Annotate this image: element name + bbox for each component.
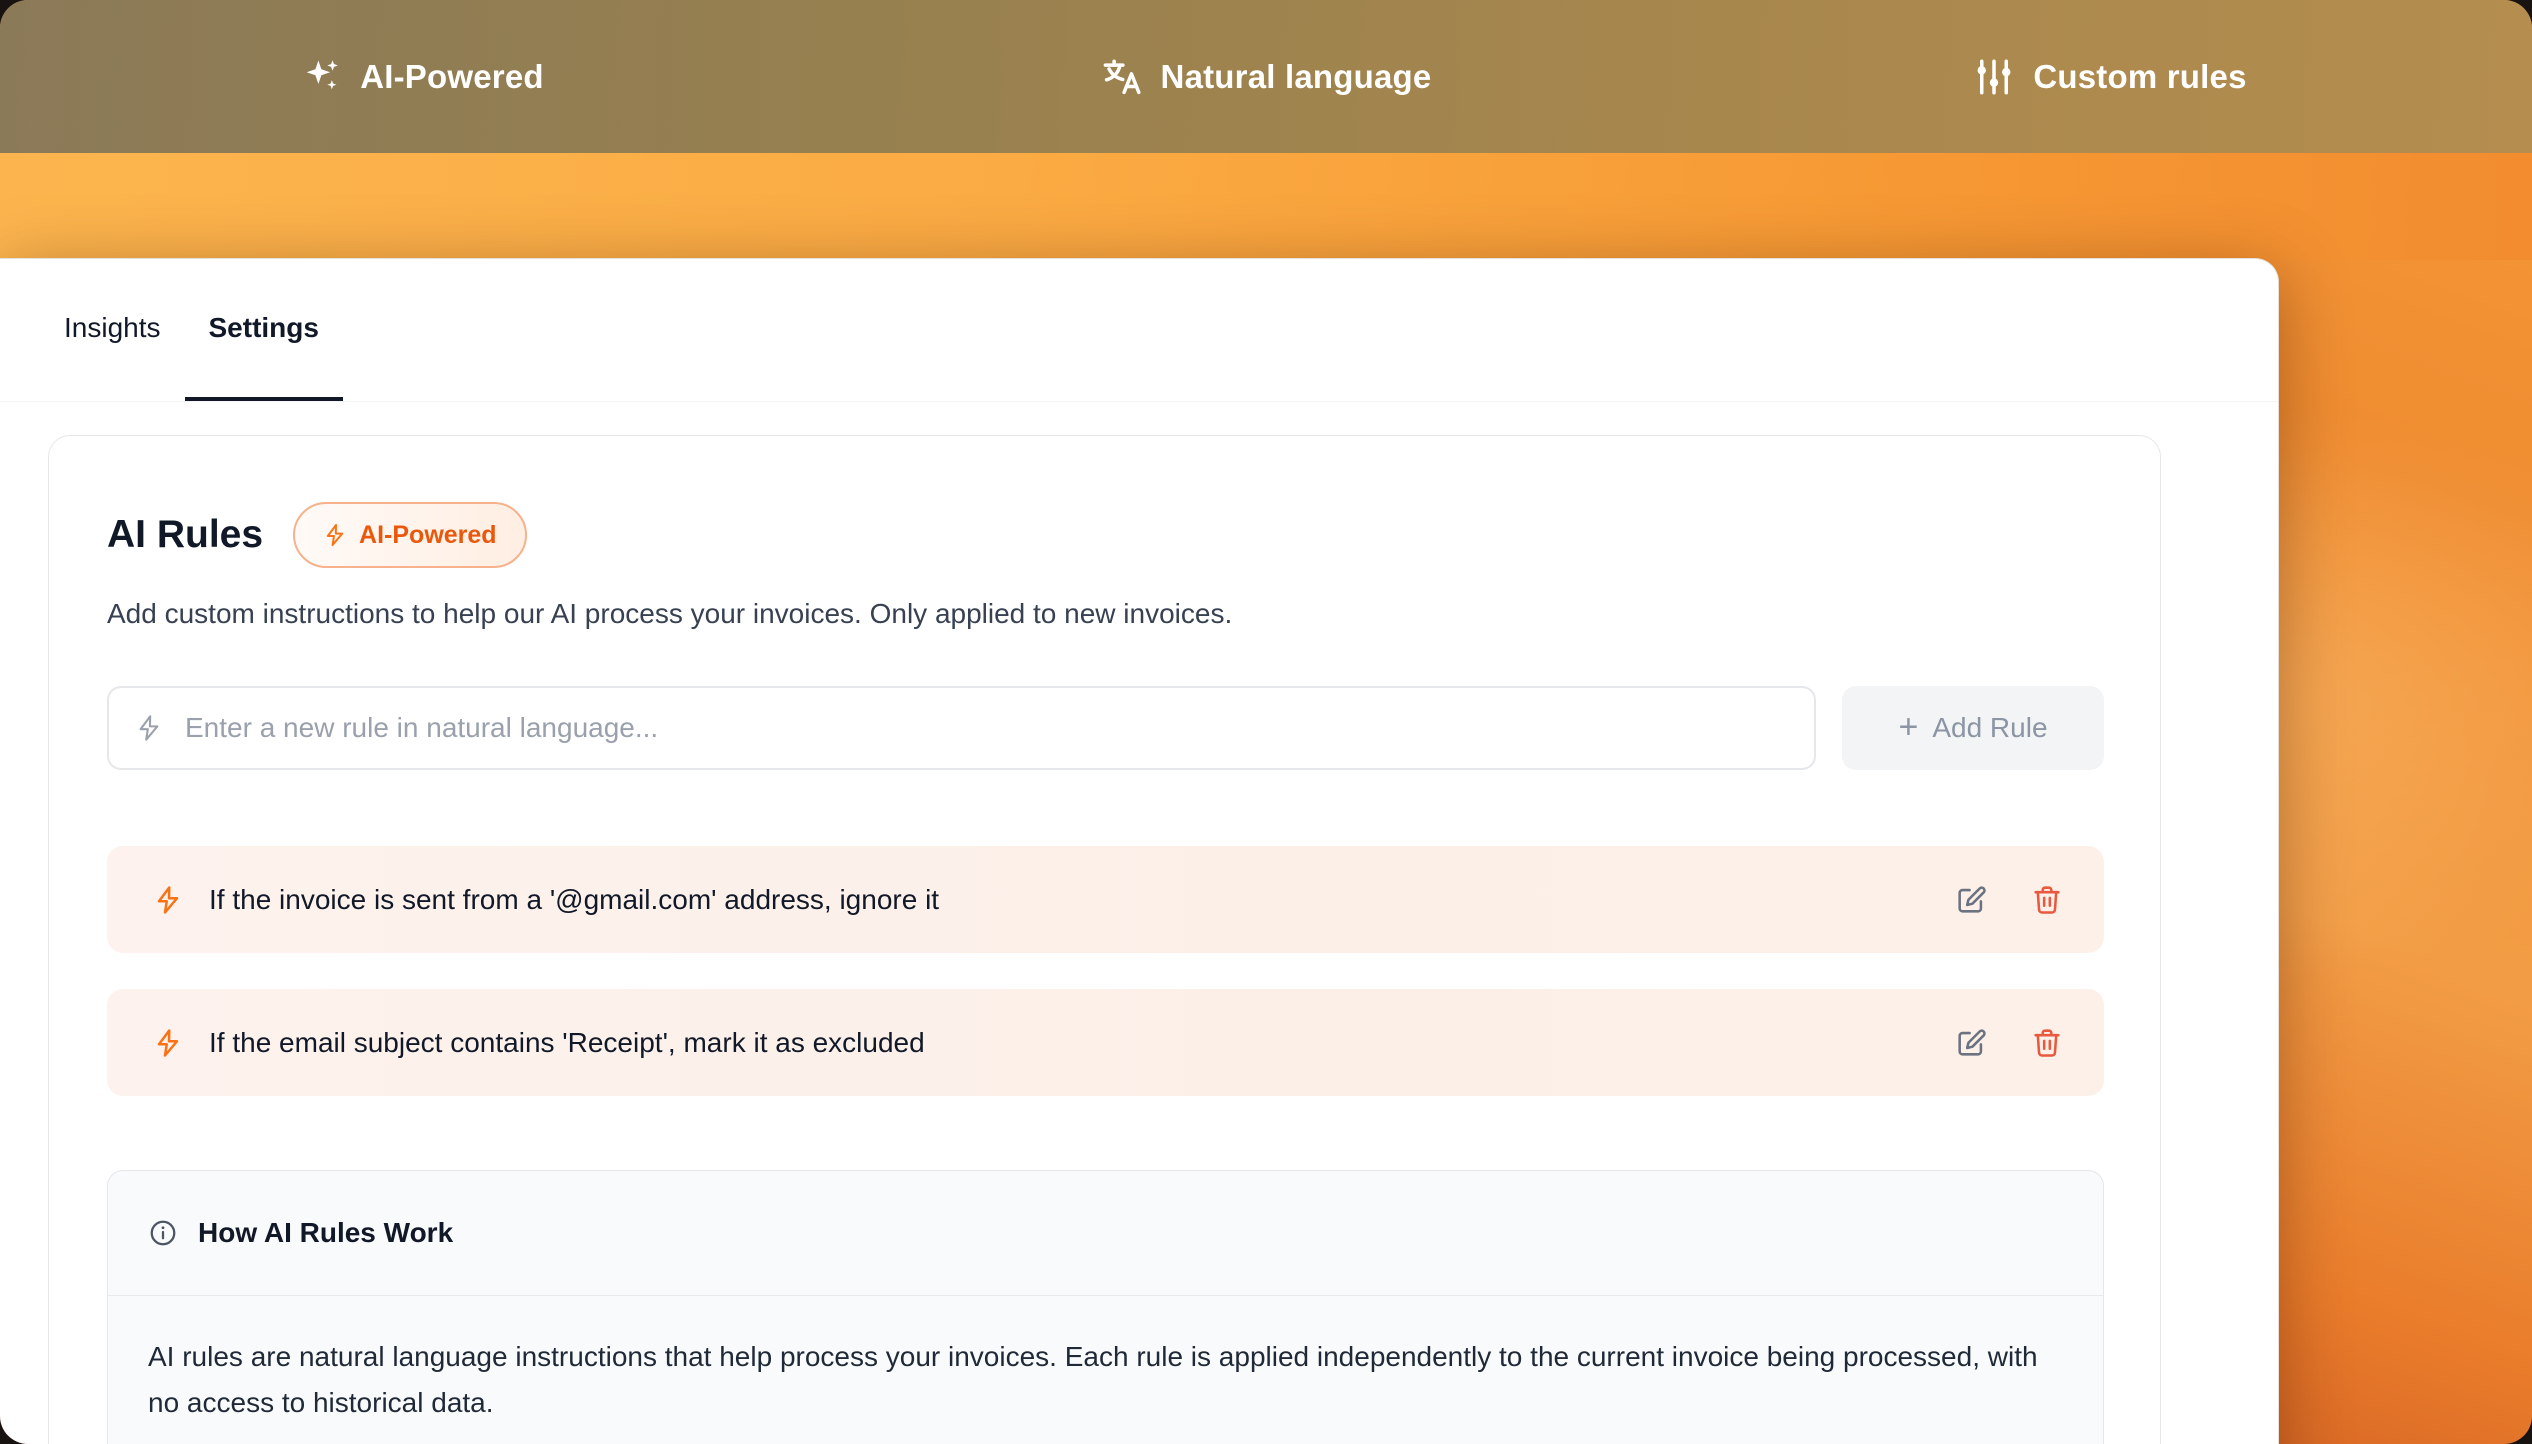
rule-actions [1954, 883, 2064, 917]
card-description: Add custom instructions to help our AI p… [107, 598, 2104, 630]
info-icon [148, 1218, 178, 1248]
plus-icon: + [1898, 710, 1918, 744]
trash-icon [2030, 883, 2064, 917]
feature-bar: AI-Powered Natural language Custom rules [0, 0, 2532, 153]
feature-label: Natural language [1161, 58, 1432, 96]
feature-ai-powered: AI-Powered [0, 56, 844, 98]
tab-insights[interactable]: Insights [40, 259, 185, 401]
card-title-row: AI Rules AI-Powered [107, 502, 2104, 568]
edit-rule-button[interactable] [1954, 1026, 1988, 1060]
rule-text: If the email subject contains 'Receipt',… [209, 1027, 1954, 1059]
app-window: Insights Settings AI Rules AI-Powered Ad… [0, 258, 2279, 1444]
delete-rule-button[interactable] [2030, 883, 2064, 917]
badge-label: AI-Powered [359, 521, 497, 550]
add-rule-button[interactable]: + Add Rule [1842, 686, 2104, 770]
rule-row: If the invoice is sent from a '@gmail.co… [107, 846, 2104, 953]
lightning-icon [153, 885, 183, 915]
ai-rules-card: AI Rules AI-Powered Add custom instructi… [48, 435, 2161, 1444]
rule-actions [1954, 1026, 2064, 1060]
edit-rule-button[interactable] [1954, 883, 1988, 917]
lightning-icon [135, 714, 163, 742]
sparkles-icon [300, 56, 342, 98]
how-ai-rules-work-box: How AI Rules Work AI rules are natural l… [107, 1170, 2104, 1444]
screen: AI-Powered Natural language Custom rules [0, 0, 2532, 1444]
delete-rule-button[interactable] [2030, 1026, 2064, 1060]
rule-row: If the email subject contains 'Receipt',… [107, 989, 2104, 1096]
add-rule-label: Add Rule [1932, 712, 2047, 744]
info-box-title: How AI Rules Work [198, 1217, 453, 1249]
rule-input-container[interactable] [107, 686, 1816, 770]
edit-icon [1954, 883, 1988, 917]
rule-input-row: + Add Rule [107, 686, 2104, 770]
info-box-header: How AI Rules Work [108, 1171, 2103, 1296]
tab-settings[interactable]: Settings [185, 259, 343, 401]
rule-text: If the invoice is sent from a '@gmail.co… [209, 884, 1954, 916]
wallpaper-band [0, 153, 2532, 260]
ai-powered-badge: AI-Powered [293, 502, 527, 568]
feature-custom-rules: Custom rules [1688, 56, 2532, 98]
trash-icon [2030, 1026, 2064, 1060]
rules-list: If the invoice is sent from a '@gmail.co… [107, 846, 2104, 1096]
card-title: AI Rules [107, 514, 263, 557]
feature-natural-language: Natural language [844, 56, 1688, 98]
feature-label: Custom rules [2033, 58, 2246, 96]
lightning-icon [153, 1028, 183, 1058]
info-box-body: AI rules are natural language instructio… [108, 1296, 2092, 1444]
lightning-icon [323, 523, 347, 547]
new-rule-input[interactable] [183, 711, 1788, 745]
translate-icon [1101, 56, 1143, 98]
feature-label: AI-Powered [360, 58, 544, 96]
sliders-icon [1973, 56, 2015, 98]
edit-icon [1954, 1026, 1988, 1060]
tab-row: Insights Settings [0, 259, 2278, 402]
